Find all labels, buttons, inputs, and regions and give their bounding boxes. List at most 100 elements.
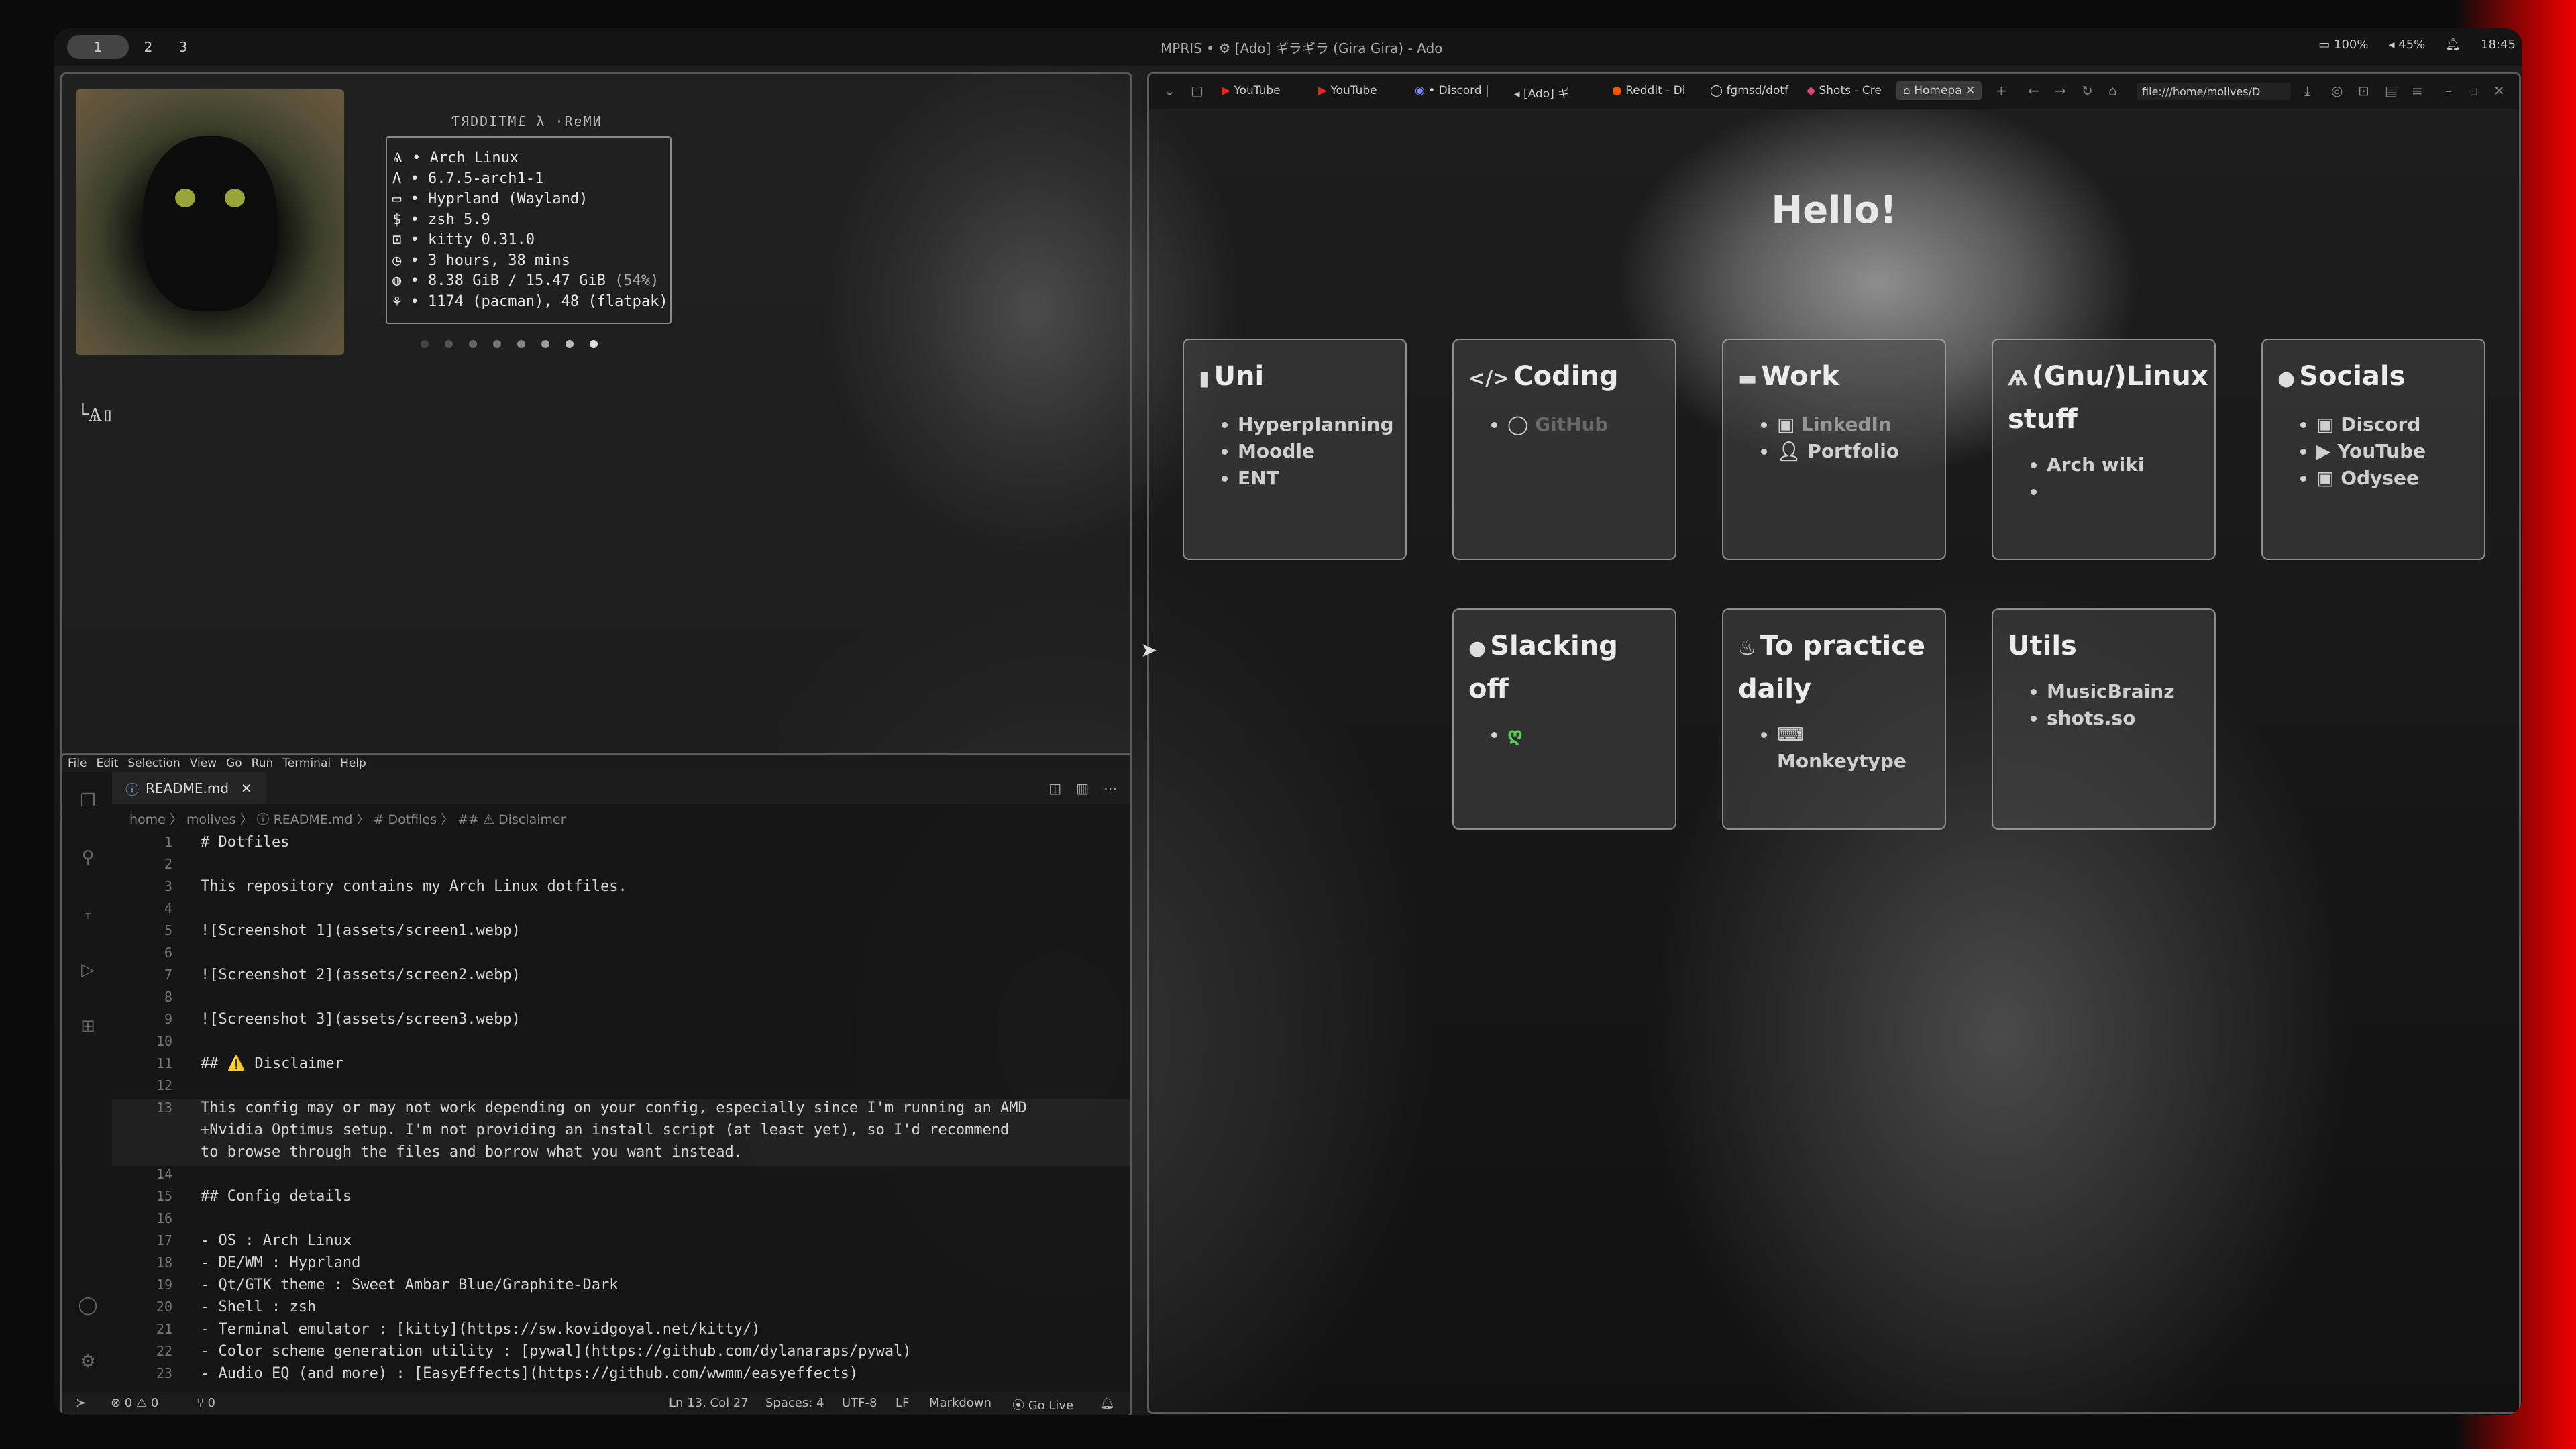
download-icon[interactable]: ⤓ <box>2304 83 2310 99</box>
link-slacking[interactable]: ღ <box>1507 721 1660 748</box>
open-preview-icon[interactable]: ◫ <box>1049 780 1061 796</box>
workspace-1[interactable]: 1 <box>67 35 129 59</box>
link-shots[interactable]: shots.so <box>2047 705 2200 732</box>
link-moodle[interactable]: Moodle <box>1238 438 1391 465</box>
encoding[interactable]: UTF-8 <box>842 1396 877 1410</box>
account-icon[interactable]: ◎ <box>2331 83 2343 99</box>
code-line[interactable]: ## ⚠️ Disclaimer <box>201 1055 343 1072</box>
breadcrumb[interactable]: home 〉 molives 〉 ⓘ README.md 〉 # Dotfile… <box>129 810 566 828</box>
tab-homepage[interactable]: ⌂ Homepa ✕ <box>1896 81 1982 100</box>
code-line[interactable]: # Dotfiles <box>201 834 289 851</box>
code-line[interactable]: ![Screenshot 3](assets/screen3.webp) <box>201 1011 521 1028</box>
maximize-icon[interactable]: ▫ <box>2469 83 2479 99</box>
link-linux-blank[interactable] <box>2047 478 2200 505</box>
menu-go[interactable]: Go <box>226 757 242 770</box>
cursor-position[interactable]: Ln 13, Col 27 <box>669 1396 749 1410</box>
tab-shots[interactable]: ◆ Shots - Cre <box>1807 84 1882 97</box>
code-line[interactable]: - Audio EQ (and more) : [EasyEffects](ht… <box>201 1365 858 1382</box>
code-line[interactable]: ## Config details <box>201 1188 352 1205</box>
remote-icon[interactable]: ≻ <box>76 1396 86 1410</box>
link-odysee[interactable]: ▣ Odysee <box>2316 465 2469 492</box>
split-editor-icon[interactable]: ▥ <box>1076 780 1089 796</box>
desktop: 1 2 3 MPRIS • ⚙ [Ado] ギラギラ (Gira Gira) -… <box>54 28 2522 1415</box>
source-control-icon[interactable]: ⑂ <box>77 904 99 925</box>
tab-overview-icon[interactable]: ▢ <box>1191 83 1203 99</box>
tab-ado[interactable]: ◂ [Ado] ギ <box>1514 84 1569 101</box>
tab-readme[interactable]: ⓘ README.md ✕ <box>112 772 266 804</box>
link-discord[interactable]: ▣ Discord <box>2316 411 2469 438</box>
shell-prompt[interactable]: └Ѧ▯ <box>77 403 113 426</box>
link-linkedin[interactable]: ▣ LinkedIn <box>1777 411 1930 438</box>
sidebar-icon[interactable]: ▤ <box>2385 83 2398 99</box>
code-line[interactable]: - Terminal emulator : [kitty](https://sw… <box>201 1321 760 1338</box>
search-icon[interactable]: ⚲ <box>77 847 99 869</box>
tab-youtube-1[interactable]: ▶ YouTube <box>1222 84 1281 97</box>
menu-run[interactable]: Run <box>252 757 274 770</box>
account-icon[interactable]: ◯ <box>77 1295 99 1317</box>
reload-icon[interactable]: ↻ <box>2082 83 2093 99</box>
close-icon[interactable]: ✕ <box>2493 83 2505 99</box>
code-line[interactable]: to browse through the files and borrow w… <box>201 1144 743 1161</box>
address-bar[interactable]: file:///home/molives/D <box>2137 83 2291 100</box>
tab-github[interactable]: ◯ fgmsd/dotf <box>1710 84 1788 97</box>
gear-icon[interactable]: ⚙ <box>77 1352 99 1373</box>
menu-help[interactable]: Help <box>340 757 366 770</box>
extensions-icon[interactable]: ⊞ <box>77 1016 99 1038</box>
tab-reddit[interactable]: ● Reddit - Di <box>1612 84 1685 97</box>
link-musicbrainz[interactable]: MusicBrainz <box>2047 678 2200 705</box>
ports-indicator[interactable]: ⑂ 0 <box>197 1396 215 1410</box>
vscode-window[interactable]: File Edit Selection View Go Run Terminal… <box>60 753 1132 1415</box>
chevron-down-icon[interactable]: ⌄ <box>1164 83 1175 99</box>
kitty-terminal-window[interactable]: ƬЯDDITM£ λ ·RɐMИ Ѧ • Arch Linux Λ • 6.7.… <box>60 72 1132 763</box>
language-mode[interactable]: Markdown <box>929 1396 991 1410</box>
menu-icon[interactable]: ≡ <box>2412 83 2423 99</box>
menu-terminal[interactable]: Terminal <box>282 757 331 770</box>
more-actions-icon[interactable]: ⋯ <box>1104 780 1117 796</box>
volume-indicator[interactable]: ◂ 45% <box>2388 38 2425 52</box>
code-line[interactable]: - Shell : zsh <box>201 1299 316 1316</box>
bell-icon[interactable]: 🔔︎ <box>2445 38 2461 52</box>
link-ent[interactable]: ENT <box>1238 465 1391 492</box>
link-youtube[interactable]: ▶ YouTube <box>2316 438 2469 465</box>
link-monkeytype[interactable]: ⌨ Monkeytype <box>1777 721 1930 775</box>
link-portfolio[interactable]: 👤︎ Portfolio <box>1777 438 1930 465</box>
bell-icon[interactable]: 🔔︎ <box>1099 1396 1115 1410</box>
line-ending[interactable]: LF <box>896 1396 909 1410</box>
code-line[interactable]: - OS : Arch Linux <box>201 1232 352 1249</box>
indentation[interactable]: Spaces: 4 <box>765 1396 824 1410</box>
browser-window[interactable]: ⌄ ▢ ▶ YouTube ▶ YouTube ◉ • Discord | ◂ … <box>1147 72 2521 1414</box>
code-line[interactable]: - Color scheme generation utility : [pyw… <box>201 1343 912 1360</box>
run-debug-icon[interactable]: ▷ <box>77 960 99 981</box>
tab-youtube-2[interactable]: ▶ YouTube <box>1318 84 1377 97</box>
menu-edit[interactable]: Edit <box>96 757 118 770</box>
extensions-icon[interactable]: ⊡ <box>2358 83 2369 99</box>
link-github[interactable]: ◯ GitHub <box>1507 411 1660 438</box>
workspace-2[interactable]: 2 <box>133 35 164 59</box>
link-arch-wiki[interactable]: Arch wiki <box>2047 451 2200 478</box>
media-player-title[interactable]: MPRIS • ⚙ [Ado] ギラギラ (Gira Gira) - Ado <box>1161 38 1442 57</box>
battery-indicator[interactable]: ▭ 100% <box>2318 38 2368 52</box>
menu-view[interactable]: View <box>190 757 217 770</box>
code-editor[interactable]: 1 # Dotfiles 2 3 This repository contains my… <box>112 831 1130 1392</box>
code-line[interactable]: +Nvidia Optimus setup. I'm not providing… <box>201 1122 1009 1138</box>
back-icon[interactable]: ← <box>2028 83 2039 99</box>
code-line[interactable]: This repository contains my Arch Linux d… <box>201 878 627 895</box>
problems-indicator[interactable]: ⊗ 0 ⚠ 0 <box>111 1396 158 1410</box>
code-line[interactable]: - Qt/GTK theme : Sweet Ambar Blue/Graphi… <box>201 1277 619 1293</box>
link-hyperplanning[interactable]: Hyperplanning <box>1238 411 1394 438</box>
workspace-3[interactable]: 3 <box>168 35 199 59</box>
menu-file[interactable]: File <box>68 757 87 770</box>
new-tab-icon[interactable]: + <box>1996 83 2007 99</box>
tab-discord[interactable]: ◉ • Discord | <box>1415 84 1489 97</box>
code-line[interactable]: ![Screenshot 2](assets/screen2.webp) <box>201 967 521 983</box>
code-line[interactable]: This config may or may not work dependin… <box>201 1099 1027 1116</box>
forward-icon[interactable]: → <box>2055 83 2066 99</box>
explorer-icon[interactable]: ❐ <box>77 791 99 812</box>
home-button-icon[interactable]: ⌂ <box>2108 83 2117 99</box>
close-icon[interactable]: ✕ <box>241 780 252 796</box>
minimize-icon[interactable]: – <box>2445 83 2452 99</box>
code-line[interactable]: ![Screenshot 1](assets/screen1.webp) <box>201 922 521 939</box>
go-live-button[interactable]: ⦿ Go Live <box>1012 1396 1073 1413</box>
menu-selection[interactable]: Selection <box>127 757 180 770</box>
code-line[interactable]: - DE/WM : Hyprland <box>201 1254 360 1271</box>
